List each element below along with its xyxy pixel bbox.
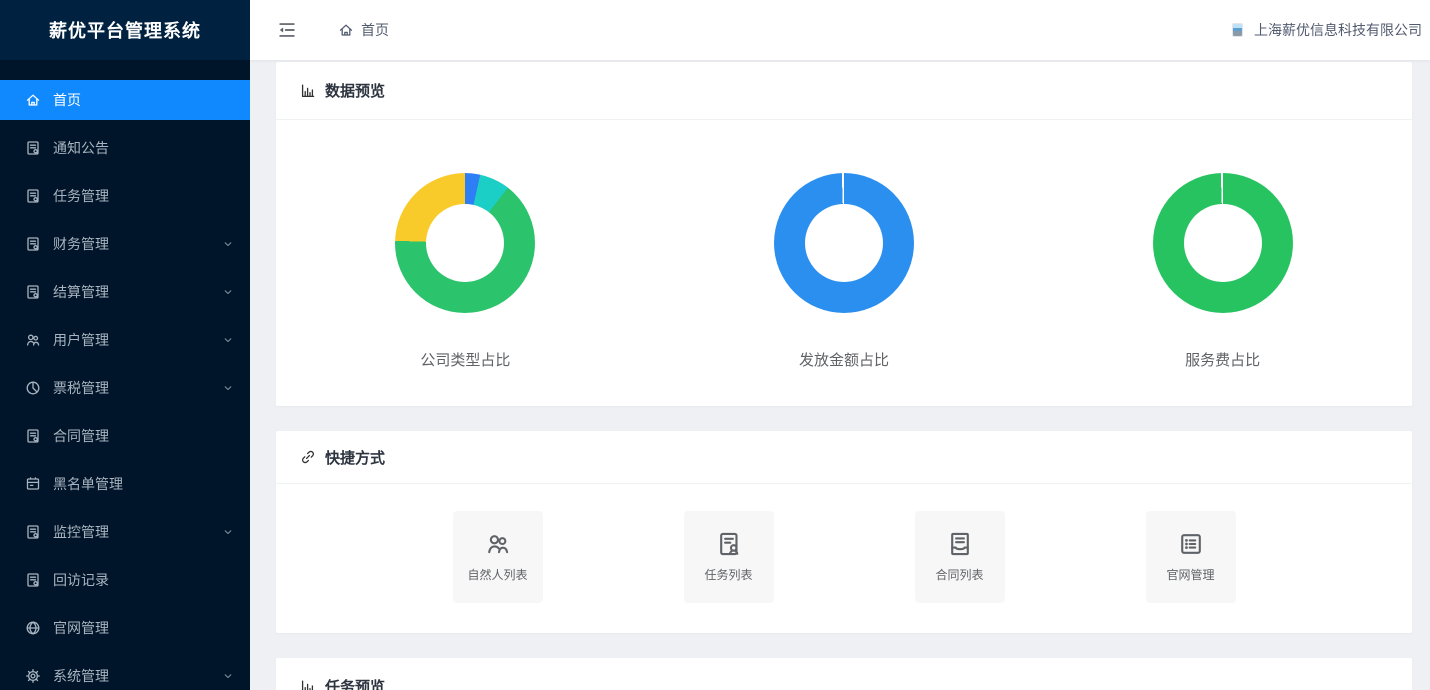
sidebar: 薪优平台管理系统 首页通知公告任务管理财务管理结算管理用户管理票税管理合同管理黑…: [0, 0, 250, 690]
shortcut-label: 自然人列表: [467, 566, 527, 583]
sidebar-item-label: 任务管理: [53, 186, 234, 206]
sidebar-item-label: 回访记录: [53, 570, 234, 590]
sidebar-item-label: 通知公告: [53, 138, 234, 158]
sidebar-item-label: 官网管理: [53, 618, 234, 638]
monitor-doc-icon: [25, 524, 41, 540]
chevron-down-icon: [222, 526, 234, 538]
panel-title: 任务预览: [300, 676, 385, 690]
user-company-menu[interactable]: 上海薪优信息科技有限公司: [1233, 20, 1422, 40]
donut-chart: 公司类型占比: [276, 173, 655, 370]
shortcut-card-4[interactable]: 官网管理: [1146, 511, 1236, 603]
sidebar-item-label: 财务管理: [53, 234, 222, 254]
contract-doc-icon: [25, 428, 41, 444]
donut-ring: [395, 173, 535, 313]
shortcut-card-1[interactable]: 自然人列表: [453, 511, 543, 603]
chevron-down-icon: [222, 334, 234, 346]
panel-title-label: 快捷方式: [325, 447, 385, 468]
sidebar-item-8[interactable]: 合同管理: [0, 416, 250, 456]
sidebar-item-label: 监控管理: [53, 522, 222, 542]
settle-doc-icon: [25, 284, 41, 300]
task-preview-panel: 任务预览: [276, 658, 1412, 690]
chart-title: 发放金额占比: [799, 349, 889, 370]
main-area: 首页 上海薪优信息科技有限公司 数据预览 公司类型占比 发放金额占比 服务费占比 快…: [250, 0, 1430, 690]
sidebar-item-label: 合同管理: [53, 426, 234, 446]
sidebar-item-11[interactable]: 回访记录: [0, 560, 250, 600]
data-preview-header: 数据预览: [276, 62, 1412, 120]
shortcuts-panel: 快捷方式 自然人列表 任务列表 合同列表 官网管理: [276, 431, 1412, 633]
blacklist-icon: [25, 476, 41, 492]
panel-title: 数据预览: [300, 80, 385, 101]
company-name: 上海薪优信息科技有限公司: [1254, 20, 1422, 40]
chevron-down-icon: [222, 670, 234, 682]
chevron-down-icon: [222, 382, 234, 394]
sidebar-item-4[interactable]: 财务管理: [0, 224, 250, 264]
chevron-down-icon: [222, 286, 234, 298]
sidebar-item-9[interactable]: 黑名单管理: [0, 464, 250, 504]
bar-chart-icon: [300, 679, 316, 690]
app-title: 薪优平台管理系统: [0, 0, 250, 60]
finance-doc-icon: [25, 236, 41, 252]
shortcut-card-2[interactable]: 任务列表: [684, 511, 774, 603]
sidebar-item-7[interactable]: 票税管理: [0, 368, 250, 408]
user-avatar: [1233, 24, 1242, 36]
sidebar-item-12[interactable]: 官网管理: [0, 608, 250, 648]
shortcut-row: 自然人列表 任务列表 合同列表 官网管理: [276, 484, 1412, 633]
chart-title: 公司类型占比: [420, 349, 510, 370]
home-icon: [25, 92, 41, 108]
sidebar-item-6[interactable]: 用户管理: [0, 320, 250, 360]
data-preview-panel: 数据预览 公司类型占比 发放金额占比 服务费占比: [276, 62, 1412, 406]
sidebar-menu: 首页通知公告任务管理财务管理结算管理用户管理票税管理合同管理黑名单管理监控管理回…: [0, 60, 250, 690]
chart-title: 服务费占比: [1185, 349, 1260, 370]
bar-chart-icon: [300, 83, 316, 99]
task-list-icon: [716, 531, 742, 557]
sidebar-item-5[interactable]: 结算管理: [0, 272, 250, 312]
page-content: 数据预览 公司类型占比 发放金额占比 服务费占比 快捷方式 自然人列表 任务列表 合同列…: [250, 60, 1430, 690]
contract-icon: [947, 531, 973, 557]
sidebar-item-13[interactable]: 系统管理: [0, 656, 250, 690]
users-icon: [25, 332, 41, 348]
donut-chart: 服务费占比: [1033, 173, 1412, 370]
sidebar-item-label: 票税管理: [53, 378, 222, 398]
shortcuts-header: 快捷方式: [276, 431, 1412, 484]
breadcrumb-label: 首页: [361, 20, 389, 40]
sidebar-item-label: 用户管理: [53, 330, 222, 350]
pie-icon: [25, 380, 41, 396]
sidebar-item-10[interactable]: 监控管理: [0, 512, 250, 552]
shortcut-label: 任务列表: [704, 566, 752, 583]
task-doc-icon: [25, 188, 41, 204]
shortcut-label: 合同列表: [935, 566, 983, 583]
shortcut-card-3[interactable]: 合同列表: [915, 511, 1005, 603]
donut-charts-row: 公司类型占比 发放金额占比 服务费占比: [276, 120, 1412, 406]
notice-doc-icon: [25, 140, 41, 156]
donut-ring: [1153, 173, 1293, 313]
donut-chart: 发放金额占比: [655, 173, 1034, 370]
chevron-down-icon: [222, 238, 234, 250]
sidebar-item-label: 系统管理: [53, 666, 222, 686]
home-icon: [338, 22, 354, 38]
panel-title-label: 任务预览: [325, 676, 385, 690]
panel-title-label: 数据预览: [325, 80, 385, 101]
panel-title: 快捷方式: [300, 447, 385, 468]
shortcut-label: 官网管理: [1166, 566, 1214, 583]
gear-icon: [25, 668, 41, 684]
donut-ring: [774, 173, 914, 313]
task-preview-header: 任务预览: [276, 658, 1412, 690]
site-list-icon: [1178, 531, 1204, 557]
sidebar-item-3[interactable]: 任务管理: [0, 176, 250, 216]
sidebar-item-label: 首页: [53, 90, 234, 110]
top-header: 首页 上海薪优信息科技有限公司: [250, 0, 1430, 60]
breadcrumb[interactable]: 首页: [338, 20, 389, 40]
fold-icon[interactable]: [276, 19, 298, 41]
sidebar-item-label: 结算管理: [53, 282, 222, 302]
visit-doc-icon: [25, 572, 41, 588]
sidebar-item-label: 黑名单管理: [53, 474, 234, 494]
globe-icon: [25, 620, 41, 636]
link-icon: [300, 449, 316, 465]
sidebar-item-1[interactable]: 首页: [0, 80, 250, 120]
people-icon: [485, 531, 511, 557]
sidebar-item-2[interactable]: 通知公告: [0, 128, 250, 168]
